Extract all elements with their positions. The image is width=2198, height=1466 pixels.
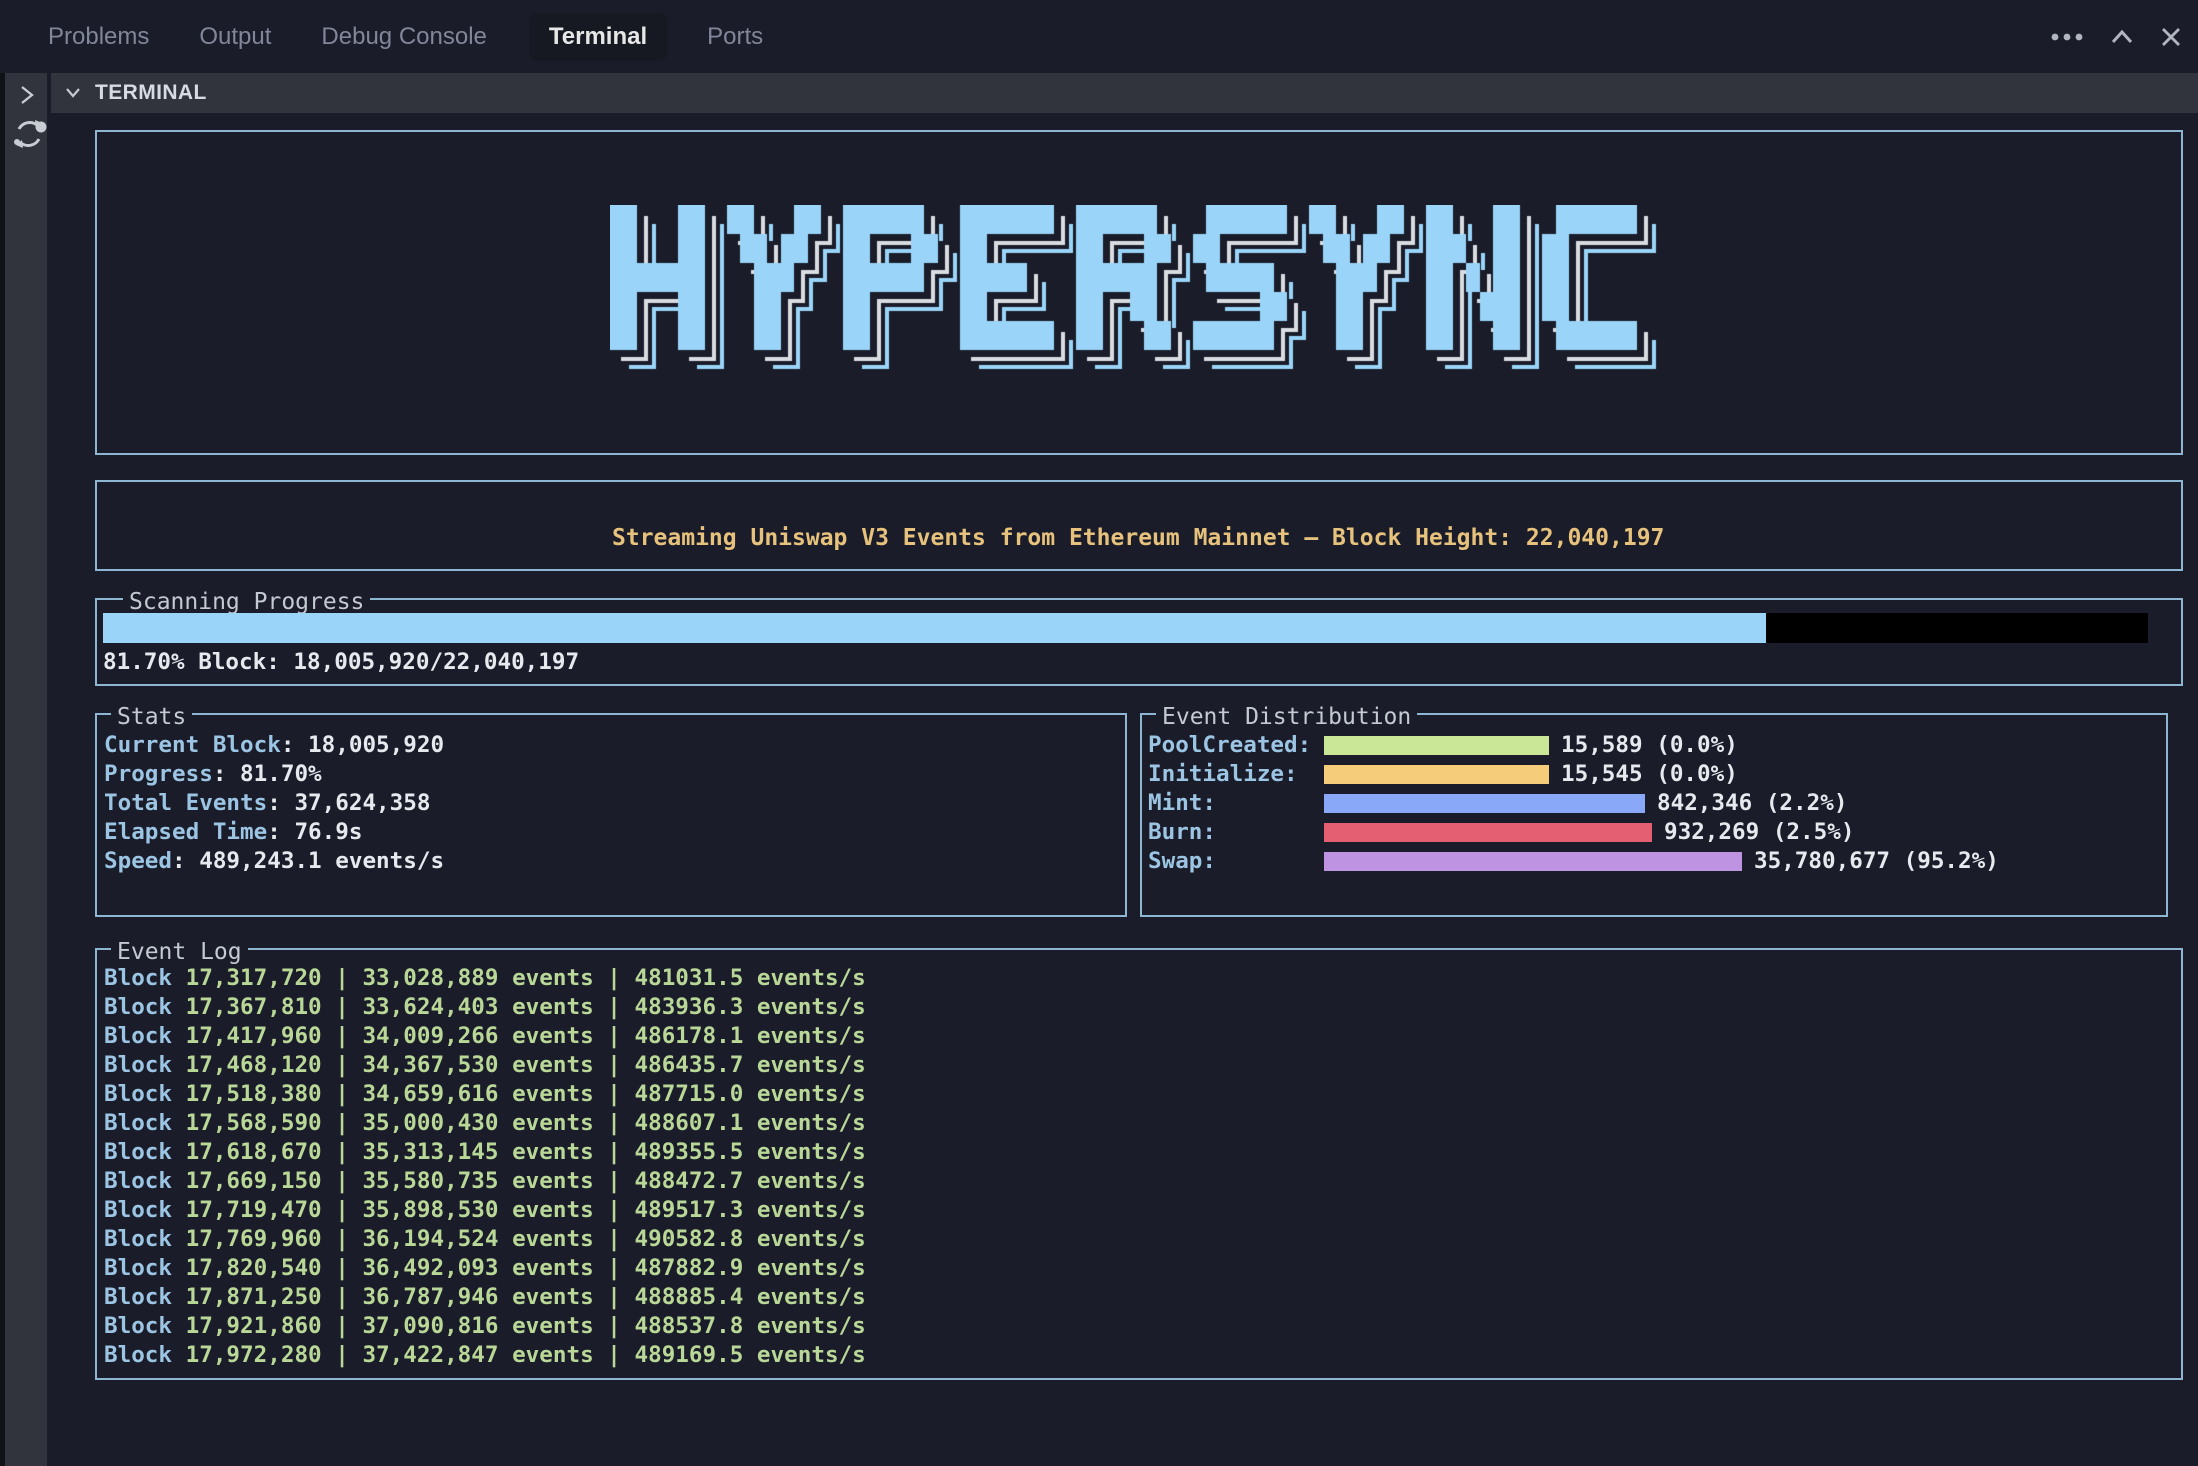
- distribution-rows: PoolCreated: 15,589 (0.0%) Initialize: 15,5…: [1148, 731, 2162, 876]
- distribution-label: PoolCreated:: [1148, 731, 1324, 760]
- banner-text: Streaming Uniswap V3 Events from Ethereu…: [612, 525, 1664, 551]
- close-panel-icon[interactable]: [2160, 26, 2182, 48]
- log-row: Block 17,317,720 | 33,028,889 events | 4…: [104, 964, 866, 993]
- stats-row: Progress: 81.70%: [104, 760, 444, 789]
- tab-output[interactable]: Output: [183, 13, 287, 61]
- progress-bar-track: [103, 613, 2148, 643]
- panel-tabbar: Problems Output Debug Console Terminal Ports: [0, 0, 2198, 73]
- distribution-label: Mint:: [1148, 789, 1324, 818]
- log-row: Block 17,468,120 | 34,367,530 events | 4…: [104, 1051, 866, 1080]
- log-row: Block 17,972,280 | 37,422,847 events | 4…: [104, 1341, 866, 1370]
- distribution-bar: [1324, 736, 1549, 755]
- tab-ports[interactable]: Ports: [691, 13, 779, 61]
- distribution-bar: [1324, 794, 1645, 813]
- event-log-rows: Block 17,317,720 | 33,028,889 events | 4…: [104, 964, 866, 1370]
- more-actions-icon[interactable]: [2050, 31, 2084, 43]
- distribution-bar: [1324, 823, 1652, 842]
- tab-problems[interactable]: Problems: [32, 13, 165, 61]
- vscode-bottom-panel: Problems Output Debug Console Terminal Ports: [0, 0, 2198, 1466]
- stats-row: Elapsed Time: 76.9s: [104, 818, 444, 847]
- distribution-value: 15,545 (0.0%): [1561, 760, 1738, 789]
- log-row: Block 17,719,470 | 35,898,530 events | 4…: [104, 1196, 866, 1225]
- distribution-value: 15,589 (0.0%): [1561, 731, 1738, 760]
- panel-sidebar: [0, 73, 47, 1466]
- log-row: Block 17,367,810 | 33,624,403 events | 4…: [104, 993, 866, 1022]
- expand-chevron-icon[interactable]: [19, 84, 35, 111]
- log-row: Block 17,669,150 | 35,580,735 events | 4…: [104, 1167, 866, 1196]
- scanning-progress-box: Scanning Progress 81.70% Block: 18,005,9…: [95, 598, 2183, 686]
- log-row: Block 17,568,590 | 35,000,430 events | 4…: [104, 1109, 866, 1138]
- log-row: Block 17,417,960 | 34,009,266 events | 4…: [104, 1022, 866, 1051]
- event-log-box: Event Log Block 17,317,720 | 33,028,889 …: [95, 948, 2183, 1380]
- distribution-row: Mint: 842,346 (2.2%): [1148, 789, 2162, 818]
- terminal-section-header[interactable]: TERMINAL: [51, 73, 2198, 113]
- log-row: Block 17,921,860 | 37,090,816 events | 4…: [104, 1312, 866, 1341]
- sync-icon[interactable]: [10, 115, 48, 158]
- progress-bar-fill: [103, 613, 1766, 643]
- distribution-row: PoolCreated: 15,589 (0.0%): [1148, 731, 2162, 760]
- distribution-row: Swap: 35,780,677 (95.2%): [1148, 847, 2162, 876]
- event-distribution-box: Event Distribution PoolCreated:15,589 (0…: [1140, 713, 2168, 917]
- distribution-bar: [1324, 765, 1549, 784]
- log-row: Block 17,618,670 | 35,313,145 events | 4…: [104, 1138, 866, 1167]
- terminal-section-label: TERMINAL: [95, 81, 207, 105]
- distribution-label: Swap:: [1148, 847, 1324, 876]
- stats-title: Stats: [111, 704, 192, 730]
- log-row: Block 17,518,380 | 34,659,616 events | 4…: [104, 1080, 866, 1109]
- distribution-value: 35,780,677 (95.2%): [1754, 847, 1999, 876]
- tab-terminal[interactable]: Terminal: [529, 13, 667, 61]
- maximize-panel-icon[interactable]: [2110, 28, 2134, 46]
- event-log-title: Event Log: [111, 939, 248, 965]
- distribution-row: Burn: 932,269 (2.5%): [1148, 818, 2162, 847]
- banner-box: Streaming Uniswap V3 Events from Ethereu…: [95, 480, 2183, 571]
- distribution-bar: [1324, 852, 1742, 871]
- log-row: Block 17,820,540 | 36,492,093 events | 4…: [104, 1254, 866, 1283]
- distribution-label: Initialize:: [1148, 760, 1324, 789]
- distribution-value: 932,269 (2.5%): [1664, 818, 1854, 847]
- tab-debug-console[interactable]: Debug Console: [305, 13, 502, 61]
- distribution-value: 842,346 (2.2%): [1657, 789, 1847, 818]
- progress-label: 81.70% Block: 18,005,920/22,040,197: [103, 648, 579, 677]
- stats-box: Stats Current Block: 18,005,920Progress:…: [95, 713, 1127, 917]
- log-row: Block 17,769,960 | 36,194,524 events | 4…: [104, 1225, 866, 1254]
- stats-row: Speed: 489,243.1 events/s: [104, 847, 444, 876]
- logo-box: [95, 130, 2183, 455]
- hypersync-ascii-art: [610, 205, 1660, 375]
- stats-row: Total Events: 37,624,358: [104, 789, 444, 818]
- stats-rows: Current Block: 18,005,920Progress: 81.70…: [104, 731, 444, 876]
- distribution-label: Burn:: [1148, 818, 1324, 847]
- log-row: Block 17,871,250 | 36,787,946 events | 4…: [104, 1283, 866, 1312]
- stats-row: Current Block: 18,005,920: [104, 731, 444, 760]
- event-distribution-title: Event Distribution: [1156, 704, 1417, 730]
- chevron-down-icon: [62, 85, 84, 101]
- panel-actions: [2050, 0, 2182, 73]
- distribution-row: Initialize: 15,545 (0.0%): [1148, 760, 2162, 789]
- scanning-progress-title: Scanning Progress: [123, 589, 370, 615]
